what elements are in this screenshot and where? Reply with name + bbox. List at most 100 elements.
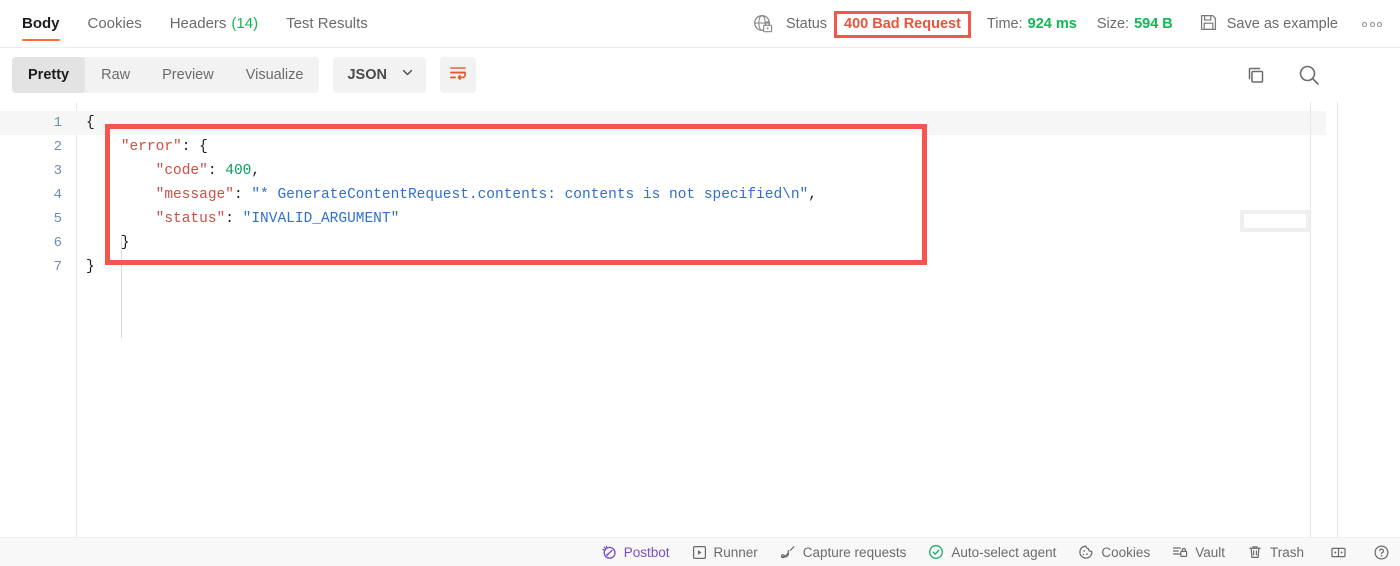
code-line[interactable]: 7} (0, 255, 1326, 279)
code-lines: 1{2 "error": {3 "code": 400, 4 "message":… (0, 111, 1326, 279)
line-content: "status": "INVALID_ARGUMENT" (86, 207, 400, 231)
footer-capture-requests[interactable]: Capture requests (780, 544, 907, 560)
line-number: 4 (53, 187, 62, 203)
satellite-icon (780, 544, 796, 560)
view-mode-pretty-label: Pretty (28, 67, 70, 83)
tab-headers[interactable]: Headers (14) (156, 0, 272, 48)
response-panel: Body Cookies Headers (14) Test Results S… (0, 0, 1400, 566)
code-line[interactable]: 2 "error": { (0, 135, 1326, 159)
footer-help[interactable] (1373, 544, 1390, 561)
format-select[interactable]: JSON (333, 57, 426, 93)
response-meta: Status 400 Bad Request Time: 924 ms Size… (752, 0, 1400, 48)
footer-auto-select-agent[interactable]: Auto-select agent (928, 544, 1056, 560)
tab-cookies[interactable]: Cookies (74, 0, 156, 48)
footer-postbot[interactable]: Postbot (601, 544, 670, 560)
indent-guide (121, 234, 122, 338)
view-mode-raw[interactable]: Raw (85, 57, 146, 93)
footer-trash-label: Trash (1269, 544, 1304, 560)
token: "status" (155, 211, 226, 227)
tab-headers-label: Headers (169, 15, 227, 32)
token: , (808, 187, 817, 203)
token: : (225, 211, 243, 227)
code-line[interactable]: 5 "status": "INVALID_ARGUMENT" (0, 207, 1326, 231)
dot (1369, 21, 1375, 27)
token: : (233, 187, 252, 203)
view-mode-visualize[interactable]: Visualize (230, 57, 320, 93)
time-value: 924 ms (1027, 16, 1077, 32)
save-as-example-button[interactable]: Save as example (1199, 13, 1338, 36)
size-value: 594 B (1134, 16, 1173, 32)
code-line[interactable]: 6 } (0, 231, 1326, 255)
footer-layout-toggle[interactable] (1330, 544, 1347, 561)
footer-capture-requests-label: Capture requests (802, 544, 907, 560)
token: "code" (155, 163, 208, 179)
line-number: 5 (53, 211, 62, 227)
token: , (251, 163, 261, 179)
line-number: 3 (53, 163, 62, 179)
search-icon[interactable] (1296, 62, 1322, 88)
status-bar: Postbot Runner Capture requests Auto-sel… (0, 537, 1400, 566)
tab-headers-count: (14) (231, 15, 259, 32)
more-options-icon[interactable] (1362, 21, 1382, 27)
time-label: Time: (986, 16, 1023, 32)
token: "INVALID_ARGUMENT" (242, 211, 400, 227)
time-stat: Time: 924 ms (987, 16, 1077, 32)
tab-body[interactable]: Body (8, 0, 74, 48)
footer-cookies-label: Cookies (1101, 544, 1151, 560)
line-content: } (86, 231, 130, 255)
view-mode-switcher: Pretty Raw Preview Visualize (12, 57, 320, 93)
status-highlight: 400 Bad Request (834, 10, 971, 38)
dot (1377, 21, 1382, 27)
code-line[interactable]: 1{ (0, 111, 1326, 135)
size-label: Size: (1096, 16, 1130, 32)
line-number: 1 (53, 115, 62, 131)
token: { (86, 115, 95, 131)
response-tabs: Body Cookies Headers (14) Test Results (0, 0, 382, 48)
format-select-value: JSON (347, 67, 387, 83)
footer-trash[interactable]: Trash (1247, 544, 1304, 560)
response-body-editor[interactable]: 1{2 "error": {3 "code": 400, 4 "message":… (0, 102, 1326, 538)
footer-vault[interactable]: Vault (1172, 544, 1225, 560)
view-mode-preview[interactable]: Preview (146, 57, 230, 93)
editor-actions (1244, 48, 1322, 102)
postbot-icon (601, 544, 617, 560)
code-line[interactable]: 3 "code": 400, (0, 159, 1326, 183)
copy-icon[interactable] (1244, 63, 1268, 87)
body-view-toolbar: Pretty Raw Preview Visualize JSON (0, 48, 1400, 102)
save-disk-icon (1199, 13, 1218, 36)
status-value: 400 Bad Request (844, 15, 961, 32)
footer-auto-select-agent-label: Auto-select agent (951, 544, 1057, 560)
minimap-viewport[interactable] (1240, 210, 1310, 232)
view-mode-raw-label: Raw (101, 67, 131, 83)
response-tab-bar: Body Cookies Headers (14) Test Results S… (0, 0, 1400, 48)
help-circle-icon (1373, 544, 1390, 561)
view-mode-pretty[interactable]: Pretty (12, 57, 86, 93)
line-number: 2 (53, 139, 62, 155)
scrollbar-track[interactable] (1337, 102, 1338, 538)
editor-right-rail (1310, 102, 1311, 538)
footer-postbot-label: Postbot (623, 544, 670, 560)
code-line[interactable]: 4 "message": "* GenerateContentRequest.c… (0, 183, 1326, 207)
check-circle-icon (928, 544, 944, 560)
trash-icon (1247, 544, 1263, 560)
wrap-lines-button[interactable] (439, 57, 476, 93)
cookie-icon (1078, 544, 1094, 560)
tab-body-label: Body (22, 15, 60, 32)
line-content: "error": { (86, 135, 208, 159)
line-number: 6 (53, 235, 62, 251)
wrap-lines-icon (448, 63, 468, 88)
footer-cookies[interactable]: Cookies (1078, 544, 1150, 560)
save-as-example-label: Save as example (1226, 16, 1338, 32)
vault-lock-icon (1172, 544, 1188, 560)
line-number: 7 (53, 259, 62, 275)
line-content: "message": "* GenerateContentRequest.con… (86, 183, 817, 207)
globe-lock-icon[interactable] (752, 13, 774, 35)
token: : (207, 163, 226, 179)
footer-runner[interactable]: Runner (692, 545, 758, 560)
layout-panel-icon (1330, 544, 1347, 561)
tab-test-results[interactable]: Test Results (272, 0, 382, 48)
token: "error" (120, 139, 182, 155)
footer-runner-label: Runner (713, 544, 758, 560)
view-mode-visualize-label: Visualize (245, 67, 304, 83)
tab-test-results-label: Test Results (286, 15, 368, 32)
